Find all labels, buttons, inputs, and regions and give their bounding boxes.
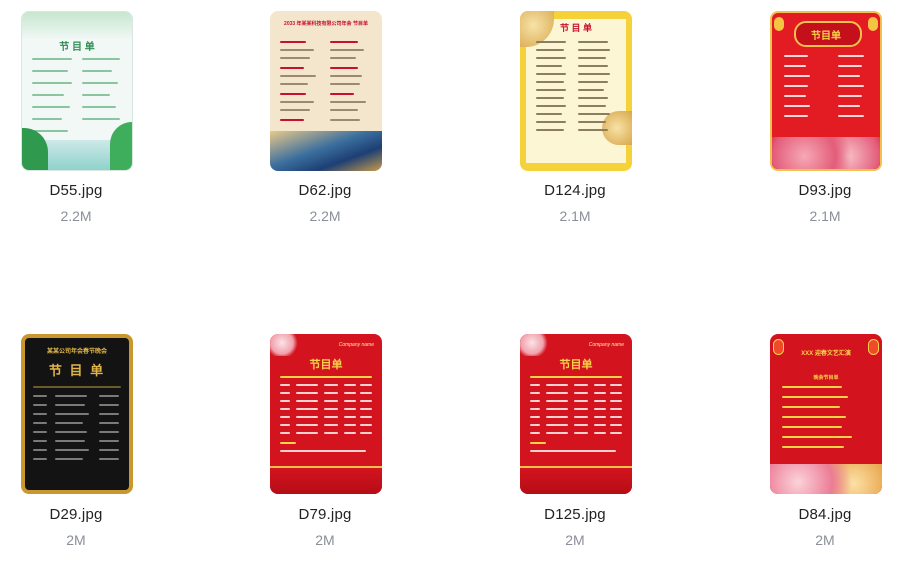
file-item-d84[interactable]: XXX 迎春文艺汇演 晚会节目单 D84.jpg 2M [725,334,900,554]
program-list [784,55,872,129]
file-thumbnail[interactable]: 某某公司年会春节晚会 节 目 单 [21,334,133,494]
program-list [782,386,870,456]
lantern-icon [774,17,784,31]
file-thumbnail[interactable]: 节 目 单 [520,11,632,171]
peony-decoration [772,137,880,169]
file-size: 2.2M [309,208,341,224]
file-item-d125[interactable]: Company name 节目单 D125.jpg 2M [475,334,675,554]
file-size: 2.2M [60,208,92,224]
file-name: D124.jpg [544,182,606,199]
file-thumbnail[interactable]: Company name 节目单 [520,334,632,494]
thumbnail-title: 节目单 [811,31,841,42]
thumbnail-subtitle: 晚会节目单 [813,375,839,381]
file-name: D125.jpg [544,506,606,523]
wave-decoration [270,466,382,494]
file-item-d29[interactable]: 某某公司年会春节晚会 节 目 单 D29.jpg 2M [0,334,176,554]
program-list [530,376,622,452]
program-list [32,58,124,138]
file-name: D84.jpg [798,506,852,523]
wave-decoration [270,131,382,171]
file-size: 2M [815,532,835,548]
thumbnail-title: 节 目 单 [48,363,106,378]
thumbnail-header: 某某公司年会春节晚会 [46,349,107,355]
program-list [280,41,372,131]
thumbnail-header: Company name [338,342,374,348]
file-name: D93.jpg [798,182,852,199]
lantern-icon [868,17,878,31]
file-thumbnail[interactable]: XXX 迎春文艺汇演 晚会节目单 [770,334,882,494]
peony-decoration [770,464,882,494]
file-item-d62[interactable]: 2033 年某某科技有限公司年会 节目单 D62.jpg 2.2M [225,11,425,231]
flower-icon [270,334,300,356]
thumbnail-header: Company name [588,342,624,348]
flower-icon [520,334,550,356]
file-thumbnail[interactable]: 2033 年某某科技有限公司年会 节目单 [270,11,382,171]
program-list [33,386,121,466]
program-list [536,41,620,141]
thumbnail-title: 节 目 单 [559,23,592,33]
file-name: D79.jpg [298,506,352,523]
file-size: 2.1M [809,208,841,224]
leaf-decoration-top [22,12,132,40]
file-grid: 节 目 单 D55.jpg 2.2M 2033 年某某科技有限公司年会 节目单 … [0,0,900,561]
file-thumbnail[interactable]: 节 目 单 [21,11,133,171]
file-thumbnail[interactable]: 节目单 [770,11,882,171]
file-item-d93[interactable]: 节目单 D93.jpg 2.1M [725,11,900,231]
file-name: D29.jpg [49,506,103,523]
file-item-d124[interactable]: 节 目 单 D124.jpg 2.1M [475,11,675,231]
thumbnail-title: 2033 年某某科技有限公司年会 节目单 [284,21,368,27]
program-list [280,376,372,452]
file-size: 2M [565,532,585,548]
file-size: 2M [66,532,86,548]
wave-decoration [520,466,632,494]
file-name: D62.jpg [298,182,352,199]
thumbnail-title: 节 目 单 [59,42,95,53]
file-size: 2.1M [559,208,591,224]
file-name: D55.jpg [49,182,103,199]
file-item-d55[interactable]: 节 目 单 D55.jpg 2.2M [0,11,176,231]
file-size: 2M [315,532,335,548]
thumbnail-title: 节目单 [309,359,343,371]
thumbnail-title: XXX 迎春文艺汇演 [801,351,851,357]
file-thumbnail[interactable]: Company name 节目单 [270,334,382,494]
thumbnail-title: 节目单 [559,359,593,371]
file-item-d79[interactable]: Company name 节目单 D79.jpg 2M [225,334,425,554]
